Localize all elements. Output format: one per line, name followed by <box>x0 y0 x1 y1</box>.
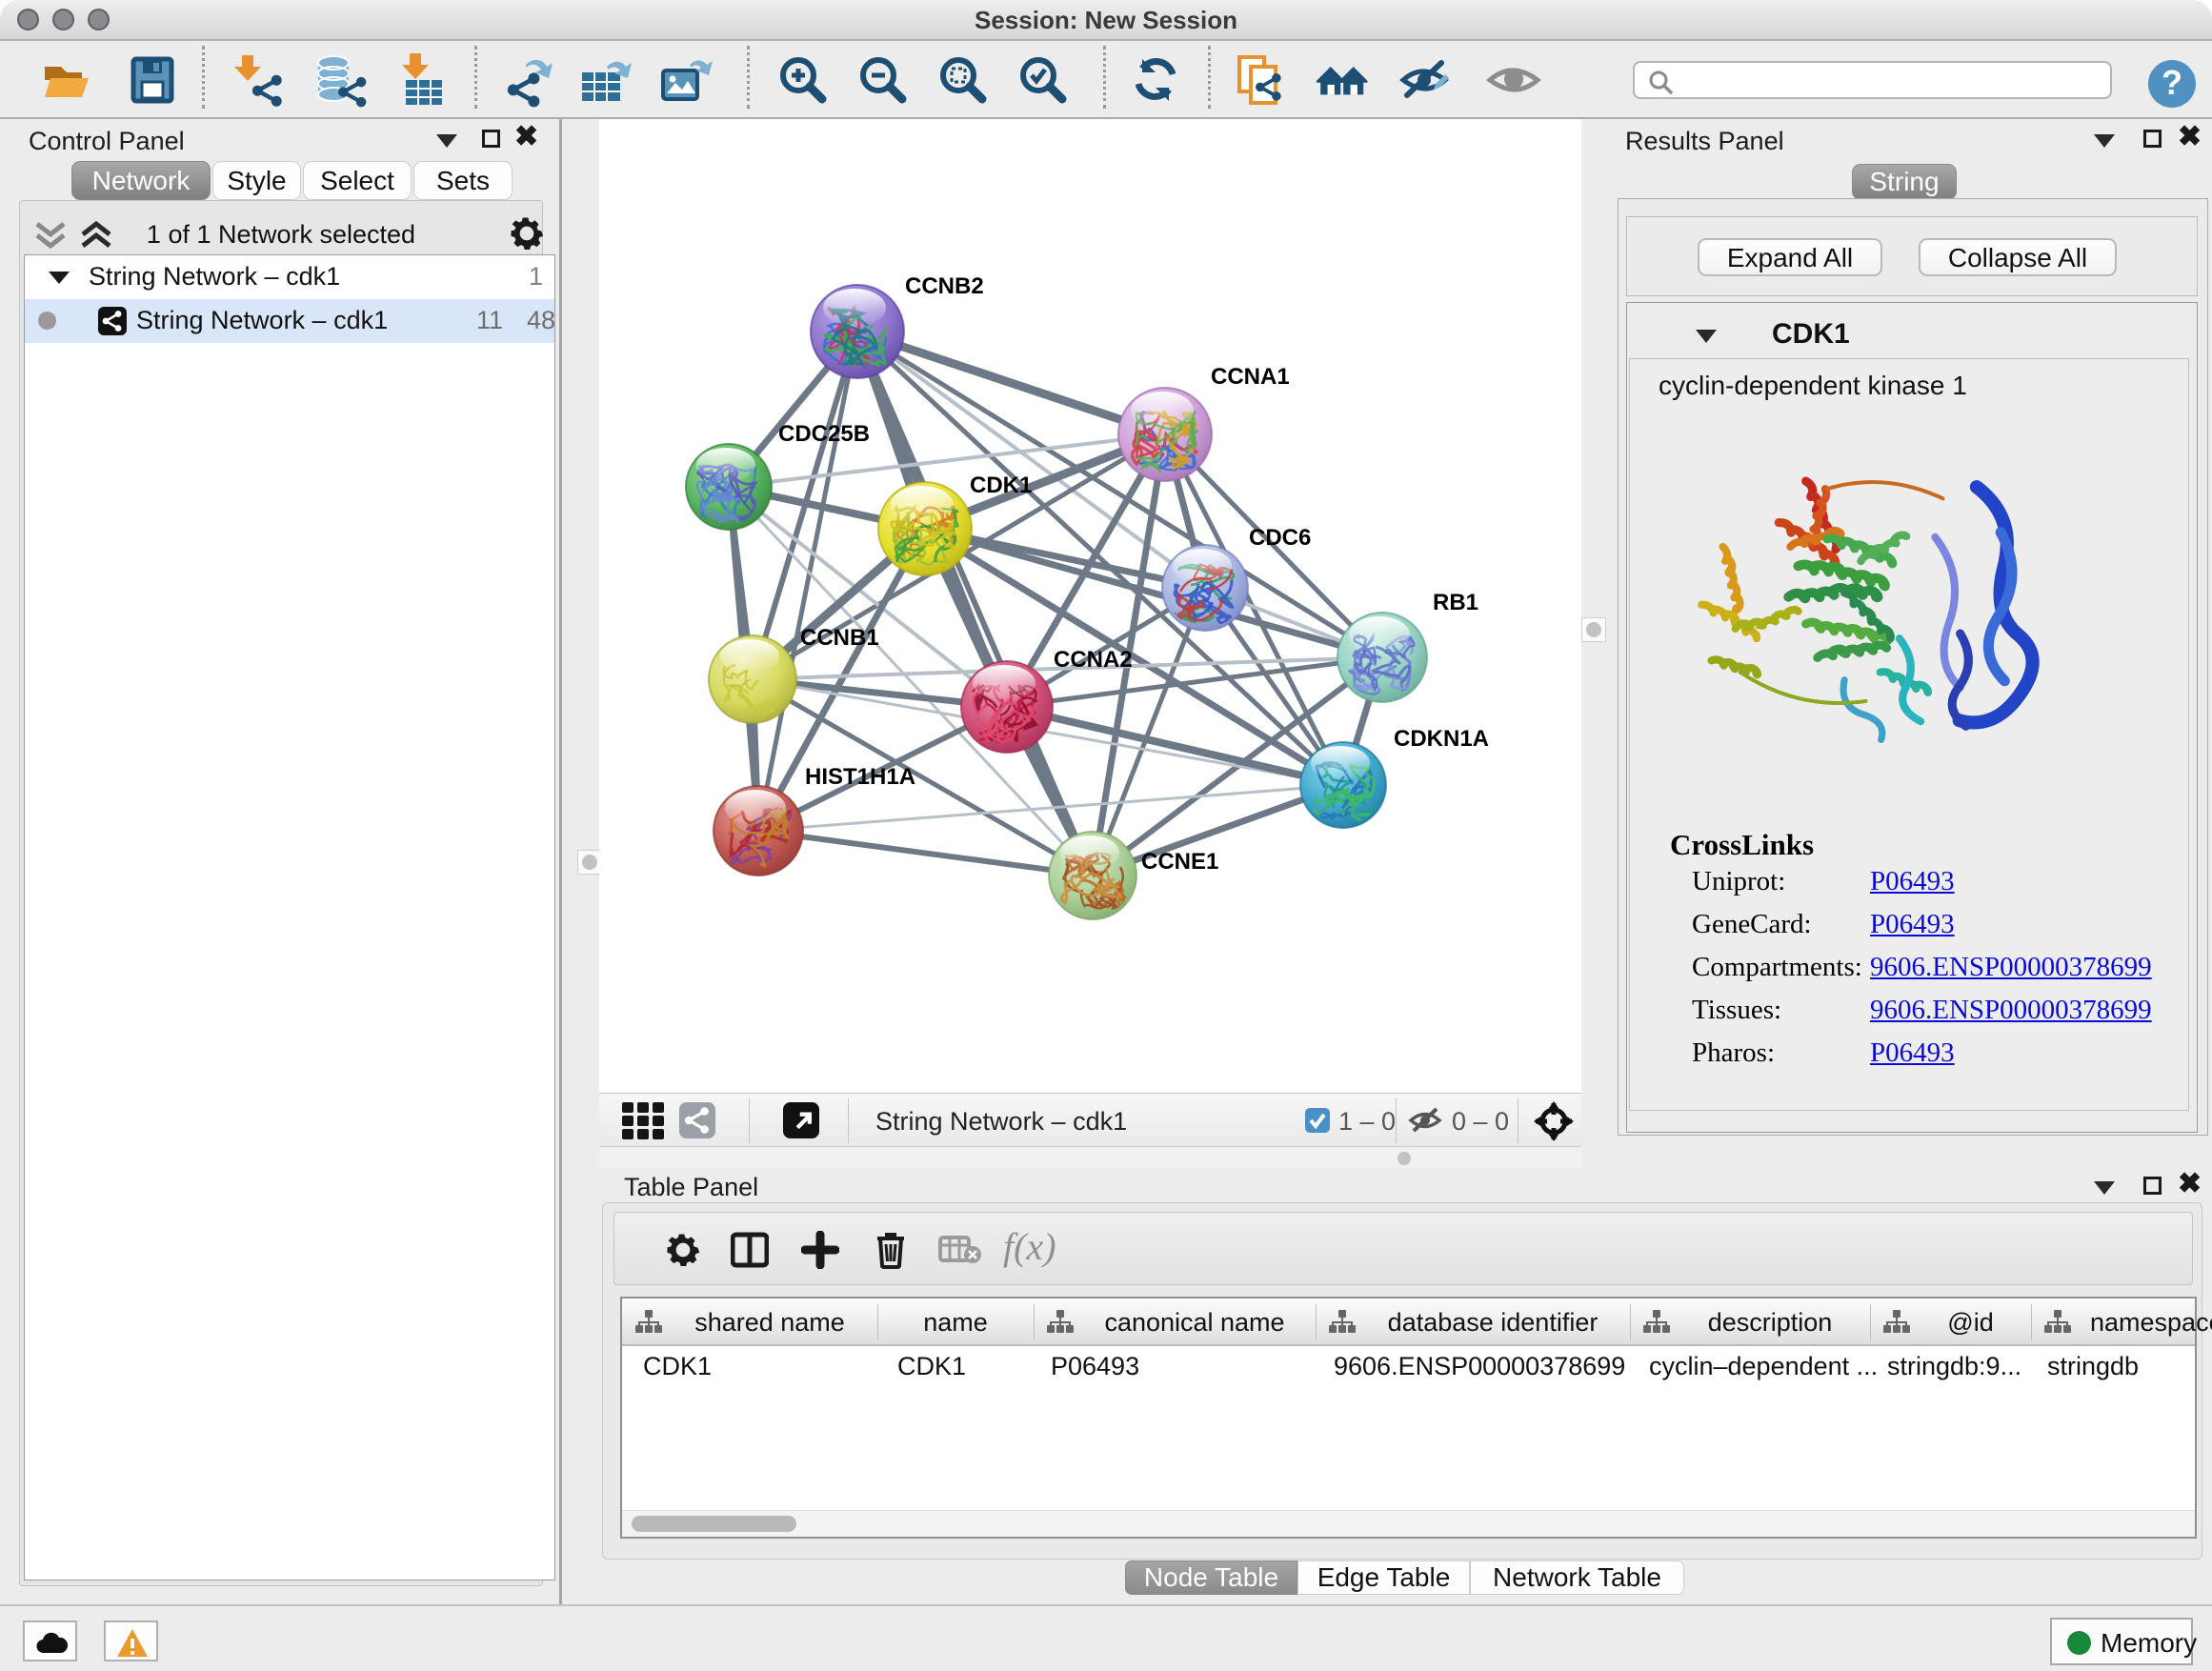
svg-text:CDK1: CDK1 <box>970 473 1032 498</box>
svg-text:CCNE1: CCNE1 <box>1141 849 1218 875</box>
svg-text:CCNA2: CCNA2 <box>1054 647 1133 673</box>
svg-text:CDC6: CDC6 <box>1249 525 1311 551</box>
svg-text:RB1: RB1 <box>1433 590 1478 615</box>
svg-text:CCNB2: CCNB2 <box>905 273 984 299</box>
svg-text:CCNB1: CCNB1 <box>800 625 879 651</box>
svg-text:CCNA1: CCNA1 <box>1211 364 1290 390</box>
svg-text:CDKN1A: CDKN1A <box>1394 726 1489 752</box>
svg-text:CDC25B: CDC25B <box>778 421 870 447</box>
svg-text:HIST1H1A: HIST1H1A <box>805 764 915 790</box>
